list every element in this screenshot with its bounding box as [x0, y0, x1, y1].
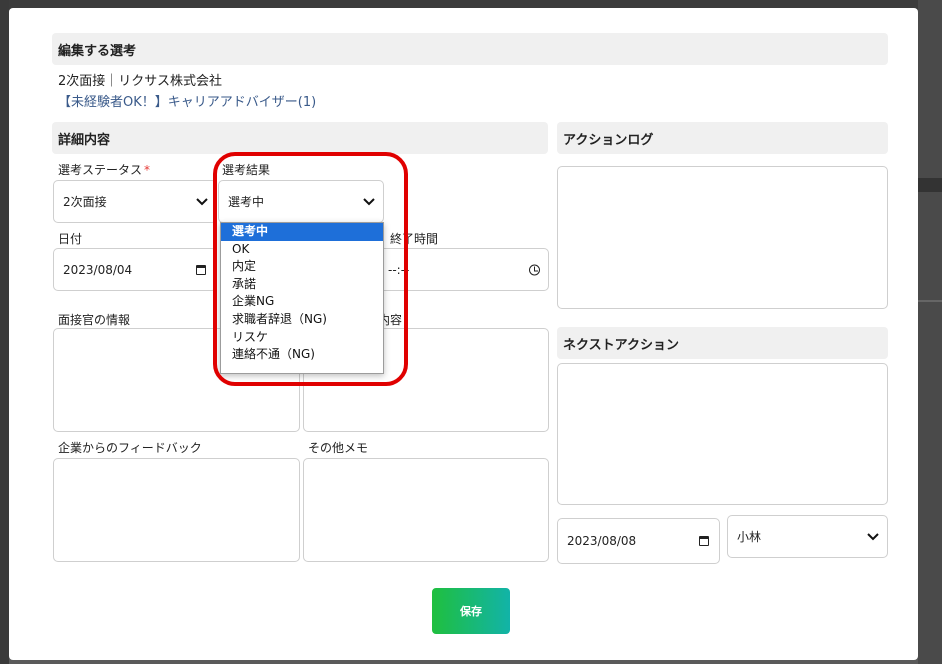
date-input[interactable]: 2023/08/04 — [53, 248, 217, 291]
action-log-title: アクションログ — [557, 122, 888, 154]
result-option[interactable]: 承諾 — [221, 276, 383, 294]
memo-label: その他メモ — [308, 441, 369, 455]
result-label: 選考結果 — [222, 163, 271, 177]
backdrop-right-divider — [918, 300, 942, 302]
date-input-value: 2023/08/04 — [63, 262, 133, 277]
next-action-textarea[interactable] — [557, 363, 888, 505]
chevron-down-icon — [196, 197, 208, 205]
date-label: 日付 — [58, 232, 83, 246]
result-option-selected[interactable]: 選考中 — [221, 223, 383, 241]
backdrop-right — [918, 0, 942, 664]
result-option[interactable]: 求職者辞退（NG) — [221, 311, 383, 329]
job-title-text: 【未経験者OK！】キャリアアドバイザー(1) — [58, 95, 317, 110]
assignee-select-value: 小林 — [737, 530, 762, 544]
next-action-date-value: 2023/08/08 — [567, 534, 637, 548]
assignee-select[interactable]: 小林 — [727, 515, 888, 558]
end-time-label: 終了時間 — [390, 232, 439, 246]
result-select-value: 選考中 — [228, 195, 265, 209]
next-action-title: ネクストアクション — [557, 327, 888, 359]
result-option[interactable]: 企業NG — [221, 293, 383, 311]
result-option[interactable]: OK — [221, 241, 383, 259]
stage-company-text: 2次面接｜リクサス株式会社 — [58, 74, 223, 89]
save-button[interactable]: 保存 — [432, 588, 510, 634]
result-option[interactable]: 内定 — [221, 258, 383, 276]
details-section-title: 詳細内容 — [52, 122, 548, 154]
chevron-down-icon — [363, 197, 375, 205]
clock-icon[interactable] — [529, 264, 540, 275]
feedback-label: 企業からのフィードバック — [58, 441, 202, 455]
result-option[interactable]: リスケ — [221, 329, 383, 347]
required-mark: * — [144, 163, 151, 177]
backdrop-left — [0, 0, 9, 664]
memo-textarea[interactable] — [303, 458, 549, 562]
result-select[interactable]: 選考中 — [218, 180, 384, 223]
chevron-down-icon — [867, 532, 879, 540]
next-action-date-input[interactable]: 2023/08/08 — [557, 518, 720, 564]
action-log-textarea[interactable] — [557, 166, 888, 309]
modal-heading: 編集する選考 — [52, 33, 888, 65]
result-option[interactable]: 連絡不通（NG) — [221, 346, 383, 364]
end-time-value: --:-- — [388, 262, 410, 277]
calendar-icon[interactable] — [196, 264, 206, 275]
status-select[interactable]: 2次面接 — [53, 180, 217, 223]
status-select-value: 2次面接 — [63, 195, 107, 209]
interviewer-label: 面接官の情報 — [58, 313, 131, 327]
result-options-dropdown[interactable]: 選考中 OK 内定 承諾 企業NG 求職者辞退（NG) リスケ 連絡不通（NG) — [220, 222, 384, 374]
status-label-text: 選考ステータス — [58, 163, 143, 177]
backdrop-right-bar — [918, 178, 942, 192]
feedback-textarea[interactable] — [53, 458, 300, 562]
calendar-icon[interactable] — [699, 536, 709, 546]
status-label: 選考ステータス * — [58, 161, 150, 178]
